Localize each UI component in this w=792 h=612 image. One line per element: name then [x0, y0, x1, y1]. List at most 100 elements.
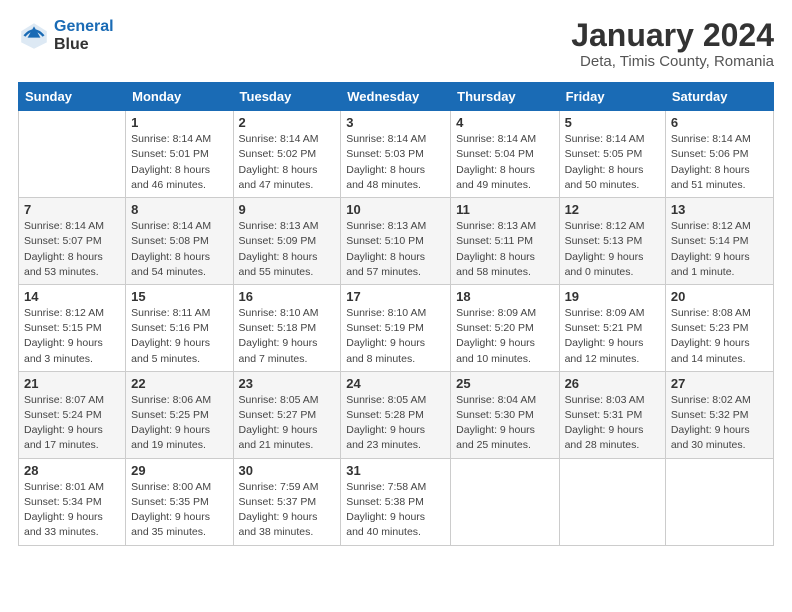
- day-info: Sunrise: 8:14 AMSunset: 5:08 PMDaylight:…: [131, 219, 227, 280]
- day-number: 27: [671, 376, 768, 391]
- table-cell: 10 Sunrise: 8:13 AMSunset: 5:10 PMDayligh…: [341, 198, 451, 285]
- table-cell: 8 Sunrise: 8:14 AMSunset: 5:08 PMDaylight…: [126, 198, 233, 285]
- table-cell: 31 Sunrise: 7:58 AMSunset: 5:38 PMDayligh…: [341, 458, 451, 545]
- table-cell: 21 Sunrise: 8:07 AMSunset: 5:24 PMDayligh…: [19, 371, 126, 458]
- day-info: Sunrise: 8:07 AMSunset: 5:24 PMDaylight:…: [24, 393, 120, 454]
- table-cell: 27 Sunrise: 8:02 AMSunset: 5:32 PMDayligh…: [665, 371, 773, 458]
- logo-line2: Blue: [54, 36, 114, 54]
- day-info: Sunrise: 8:05 AMSunset: 5:27 PMDaylight:…: [239, 393, 336, 454]
- table-cell: 12 Sunrise: 8:12 AMSunset: 5:13 PMDayligh…: [559, 198, 665, 285]
- table-cell: 1Sunrise: 8:14 AMSunset: 5:01 PMDaylight…: [126, 111, 233, 198]
- day-info: Sunrise: 8:06 AMSunset: 5:25 PMDaylight:…: [131, 393, 227, 454]
- day-info: Sunrise: 8:14 AMSunset: 5:02 PMDaylight:…: [239, 132, 336, 193]
- table-cell: 26 Sunrise: 8:03 AMSunset: 5:31 PMDayligh…: [559, 371, 665, 458]
- day-number: 19: [565, 289, 660, 304]
- table-cell: 24 Sunrise: 8:05 AMSunset: 5:28 PMDayligh…: [341, 371, 451, 458]
- day-info: Sunrise: 8:05 AMSunset: 5:28 PMDaylight:…: [346, 393, 445, 454]
- day-info: Sunrise: 8:12 AMSunset: 5:14 PMDaylight:…: [671, 219, 768, 280]
- day-info: Sunrise: 8:00 AMSunset: 5:35 PMDaylight:…: [131, 480, 227, 541]
- day-number: 8: [131, 202, 227, 217]
- day-number: 7: [24, 202, 120, 217]
- day-number: 5: [565, 115, 660, 130]
- table-cell: 17 Sunrise: 8:10 AMSunset: 5:19 PMDayligh…: [341, 284, 451, 371]
- header: General Blue January 2024 Deta, Timis Co…: [18, 18, 774, 70]
- table-cell: 29 Sunrise: 8:00 AMSunset: 5:35 PMDayligh…: [126, 458, 233, 545]
- table-cell: [451, 458, 559, 545]
- day-number: 30: [239, 463, 336, 478]
- table-cell: 5 Sunrise: 8:14 AMSunset: 5:05 PMDaylight…: [559, 111, 665, 198]
- subtitle: Deta, Timis County, Romania: [571, 53, 774, 70]
- day-number: 9: [239, 202, 336, 217]
- col-thursday: Thursday: [451, 83, 559, 111]
- day-number: 31: [346, 463, 445, 478]
- day-number: 2: [239, 115, 336, 130]
- day-number: 12: [565, 202, 660, 217]
- day-info: Sunrise: 8:02 AMSunset: 5:32 PMDaylight:…: [671, 393, 768, 454]
- table-cell: [19, 111, 126, 198]
- day-info: Sunrise: 8:10 AMSunset: 5:18 PMDaylight:…: [239, 306, 336, 367]
- day-info: Sunrise: 8:12 AMSunset: 5:13 PMDaylight:…: [565, 219, 660, 280]
- table-cell: 18 Sunrise: 8:09 AMSunset: 5:20 PMDayligh…: [451, 284, 559, 371]
- day-number: 24: [346, 376, 445, 391]
- logo-icon: [18, 20, 50, 52]
- table-cell: [665, 458, 773, 545]
- col-tuesday: Tuesday: [233, 83, 341, 111]
- table-cell: 14Sunrise: 8:12 AMSunset: 5:15 PMDayligh…: [19, 284, 126, 371]
- day-number: 26: [565, 376, 660, 391]
- day-number: 16: [239, 289, 336, 304]
- table-cell: 9 Sunrise: 8:13 AMSunset: 5:09 PMDaylight…: [233, 198, 341, 285]
- day-number: 10: [346, 202, 445, 217]
- day-info: Sunrise: 7:59 AMSunset: 5:37 PMDaylight:…: [239, 480, 336, 541]
- day-info: Sunrise: 8:12 AMSunset: 5:15 PMDaylight:…: [24, 306, 120, 367]
- table-cell: 20Sunrise: 8:08 AMSunset: 5:23 PMDayligh…: [665, 284, 773, 371]
- day-number: 23: [239, 376, 336, 391]
- table-cell: 2 Sunrise: 8:14 AMSunset: 5:02 PMDaylight…: [233, 111, 341, 198]
- table-cell: 7 Sunrise: 8:14 AMSunset: 5:07 PMDaylight…: [19, 198, 126, 285]
- day-info: Sunrise: 8:01 AMSunset: 5:34 PMDaylight:…: [24, 480, 120, 541]
- logo: General Blue: [18, 18, 114, 53]
- day-info: Sunrise: 8:11 AMSunset: 5:16 PMDaylight:…: [131, 306, 227, 367]
- day-info: Sunrise: 8:14 AMSunset: 5:03 PMDaylight:…: [346, 132, 445, 193]
- col-friday: Friday: [559, 83, 665, 111]
- day-info: Sunrise: 8:13 AMSunset: 5:09 PMDaylight:…: [239, 219, 336, 280]
- day-info: Sunrise: 8:13 AMSunset: 5:10 PMDaylight:…: [346, 219, 445, 280]
- day-number: 25: [456, 376, 553, 391]
- day-number: 18: [456, 289, 553, 304]
- day-info: Sunrise: 7:58 AMSunset: 5:38 PMDaylight:…: [346, 480, 445, 541]
- day-info: Sunrise: 8:10 AMSunset: 5:19 PMDaylight:…: [346, 306, 445, 367]
- day-info: Sunrise: 8:14 AMSunset: 5:04 PMDaylight:…: [456, 132, 553, 193]
- day-number: 29: [131, 463, 227, 478]
- day-number: 17: [346, 289, 445, 304]
- day-info: Sunrise: 8:14 AMSunset: 5:07 PMDaylight:…: [24, 219, 120, 280]
- logo-line1: General: [54, 18, 114, 35]
- day-number: 28: [24, 463, 120, 478]
- day-info: Sunrise: 8:09 AMSunset: 5:21 PMDaylight:…: [565, 306, 660, 367]
- col-monday: Monday: [126, 83, 233, 111]
- table-cell: 11 Sunrise: 8:13 AMSunset: 5:11 PMDayligh…: [451, 198, 559, 285]
- main-title: January 2024: [571, 18, 774, 53]
- table-cell: 6Sunrise: 8:14 AMSunset: 5:06 PMDaylight…: [665, 111, 773, 198]
- day-number: 11: [456, 202, 553, 217]
- day-number: 4: [456, 115, 553, 130]
- table-cell: 22Sunrise: 8:06 AMSunset: 5:25 PMDayligh…: [126, 371, 233, 458]
- table-cell: 3Sunrise: 8:14 AMSunset: 5:03 PMDaylight…: [341, 111, 451, 198]
- day-info: Sunrise: 8:13 AMSunset: 5:11 PMDaylight:…: [456, 219, 553, 280]
- table-cell: 15 Sunrise: 8:11 AMSunset: 5:16 PMDayligh…: [126, 284, 233, 371]
- day-info: Sunrise: 8:09 AMSunset: 5:20 PMDaylight:…: [456, 306, 553, 367]
- table-cell: 30 Sunrise: 7:59 AMSunset: 5:37 PMDayligh…: [233, 458, 341, 545]
- title-block: January 2024 Deta, Timis County, Romania: [571, 18, 774, 70]
- col-saturday: Saturday: [665, 83, 773, 111]
- day-number: 1: [131, 115, 227, 130]
- col-sunday: Sunday: [19, 83, 126, 111]
- day-info: Sunrise: 8:14 AMSunset: 5:05 PMDaylight:…: [565, 132, 660, 193]
- day-info: Sunrise: 8:14 AMSunset: 5:06 PMDaylight:…: [671, 132, 768, 193]
- logo-text: General Blue: [54, 18, 114, 53]
- table-cell: 25Sunrise: 8:04 AMSunset: 5:30 PMDayligh…: [451, 371, 559, 458]
- day-info: Sunrise: 8:03 AMSunset: 5:31 PMDaylight:…: [565, 393, 660, 454]
- table-cell: 19 Sunrise: 8:09 AMSunset: 5:21 PMDayligh…: [559, 284, 665, 371]
- table-cell: 13 Sunrise: 8:12 AMSunset: 5:14 PMDayligh…: [665, 198, 773, 285]
- day-number: 13: [671, 202, 768, 217]
- day-number: 15: [131, 289, 227, 304]
- page: General Blue January 2024 Deta, Timis Co…: [0, 0, 792, 612]
- day-number: 21: [24, 376, 120, 391]
